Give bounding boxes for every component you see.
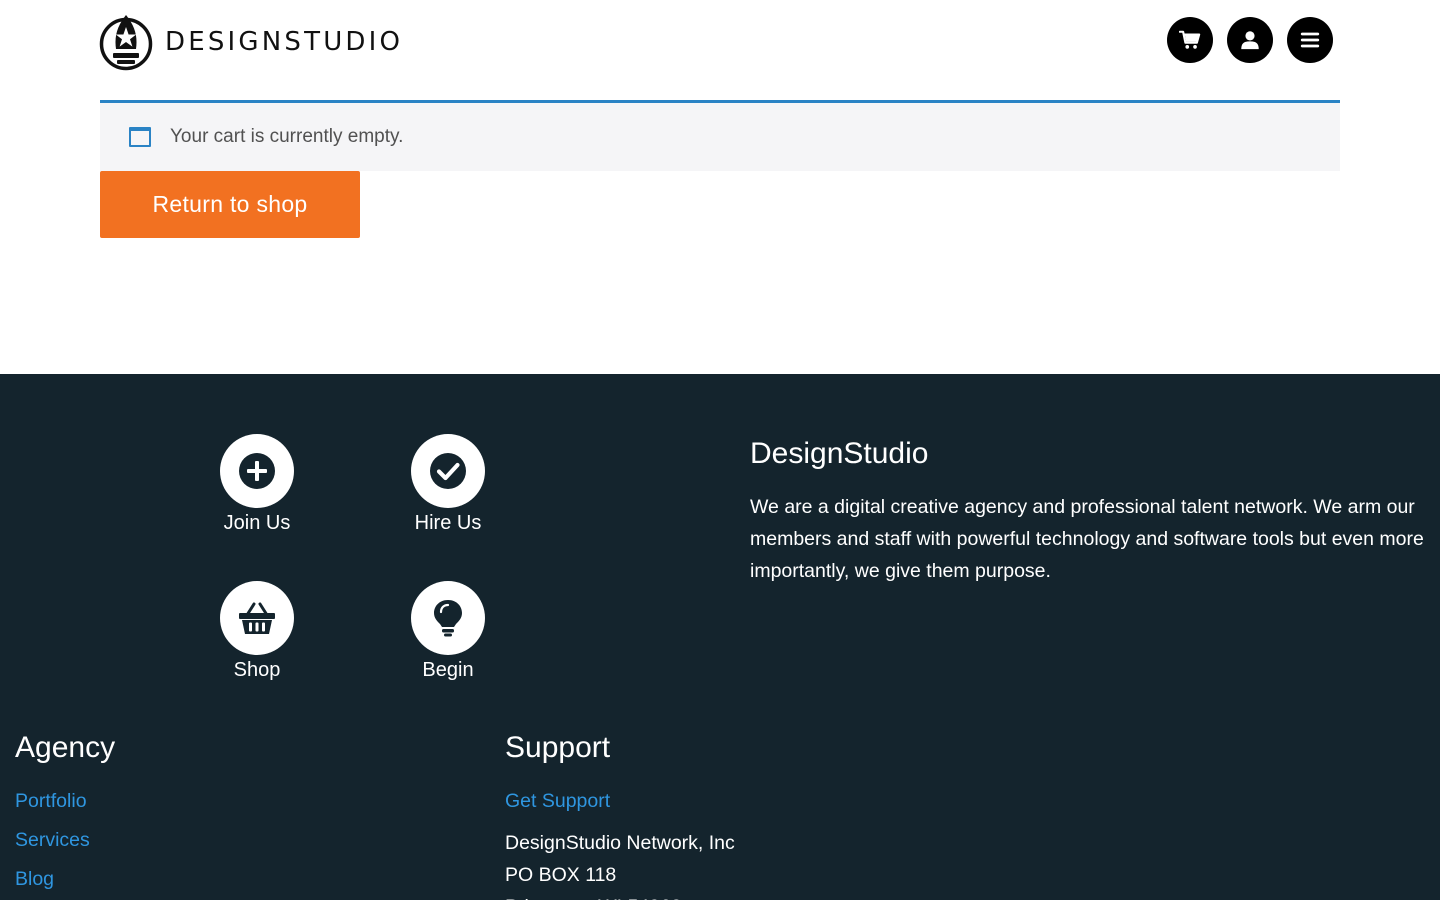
portfolio-link[interactable]: Portfolio <box>15 790 87 813</box>
address-line-city: Princeton, WI 54968 <box>505 891 735 900</box>
site-header: DESIGNSTUDIO <box>0 0 1440 100</box>
shop-circle <box>220 581 294 655</box>
address-line-pobox: PO BOX 118 <box>505 864 617 886</box>
shop-label: Shop <box>233 659 281 681</box>
hire-us-label: Hire Us <box>414 512 482 534</box>
logo-text: DESIGNSTUDIO <box>165 27 404 57</box>
about-title: DesignStudio <box>750 437 929 470</box>
site-footer: Join Us Hire Us Shop Begin DesignStudio … <box>0 374 1440 900</box>
return-to-shop-button[interactable]: Return to shop <box>100 171 360 238</box>
user-icon <box>1241 31 1259 50</box>
basket-icon <box>239 602 275 634</box>
cart-button[interactable] <box>1167 17 1213 63</box>
menu-button[interactable] <box>1287 17 1333 63</box>
support-heading: Support <box>505 731 611 764</box>
company-address: DesignStudio Network, Inc PO BOX 118 Pri… <box>505 827 735 900</box>
hire-us-circle <box>411 434 485 508</box>
join-us-circle <box>220 434 294 508</box>
services-link[interactable]: Services <box>15 829 90 852</box>
pen-nib-logo-icon <box>99 15 153 71</box>
join-us-link[interactable]: Join Us <box>197 434 317 535</box>
check-circle-icon <box>430 453 466 489</box>
about-text: We are a digital creative agency and pro… <box>750 496 1424 582</box>
begin-label: Begin <box>422 659 474 681</box>
window-icon <box>129 127 151 147</box>
get-support-link[interactable]: Get Support <box>505 790 610 813</box>
begin-link[interactable]: Begin <box>388 581 508 682</box>
plus-circle-icon <box>239 453 275 489</box>
begin-circle <box>411 581 485 655</box>
cart-icon <box>1179 30 1201 49</box>
address-line-company: DesignStudio Network, Inc <box>505 832 735 854</box>
agency-heading: Agency <box>15 731 116 764</box>
shop-link[interactable]: Shop <box>197 581 317 682</box>
site-logo[interactable]: DESIGNSTUDIO <box>99 13 403 71</box>
notice-text: Your cart is currently empty. <box>170 126 404 147</box>
blog-link[interactable]: Blog <box>15 868 54 891</box>
join-us-label: Join Us <box>223 512 291 534</box>
cart-empty-notice: Your cart is currently empty. <box>100 100 1340 171</box>
account-button[interactable] <box>1227 17 1273 63</box>
lightbulb-icon <box>434 600 462 637</box>
menu-icon <box>1300 32 1320 48</box>
hire-us-link[interactable]: Hire Us <box>388 434 508 535</box>
